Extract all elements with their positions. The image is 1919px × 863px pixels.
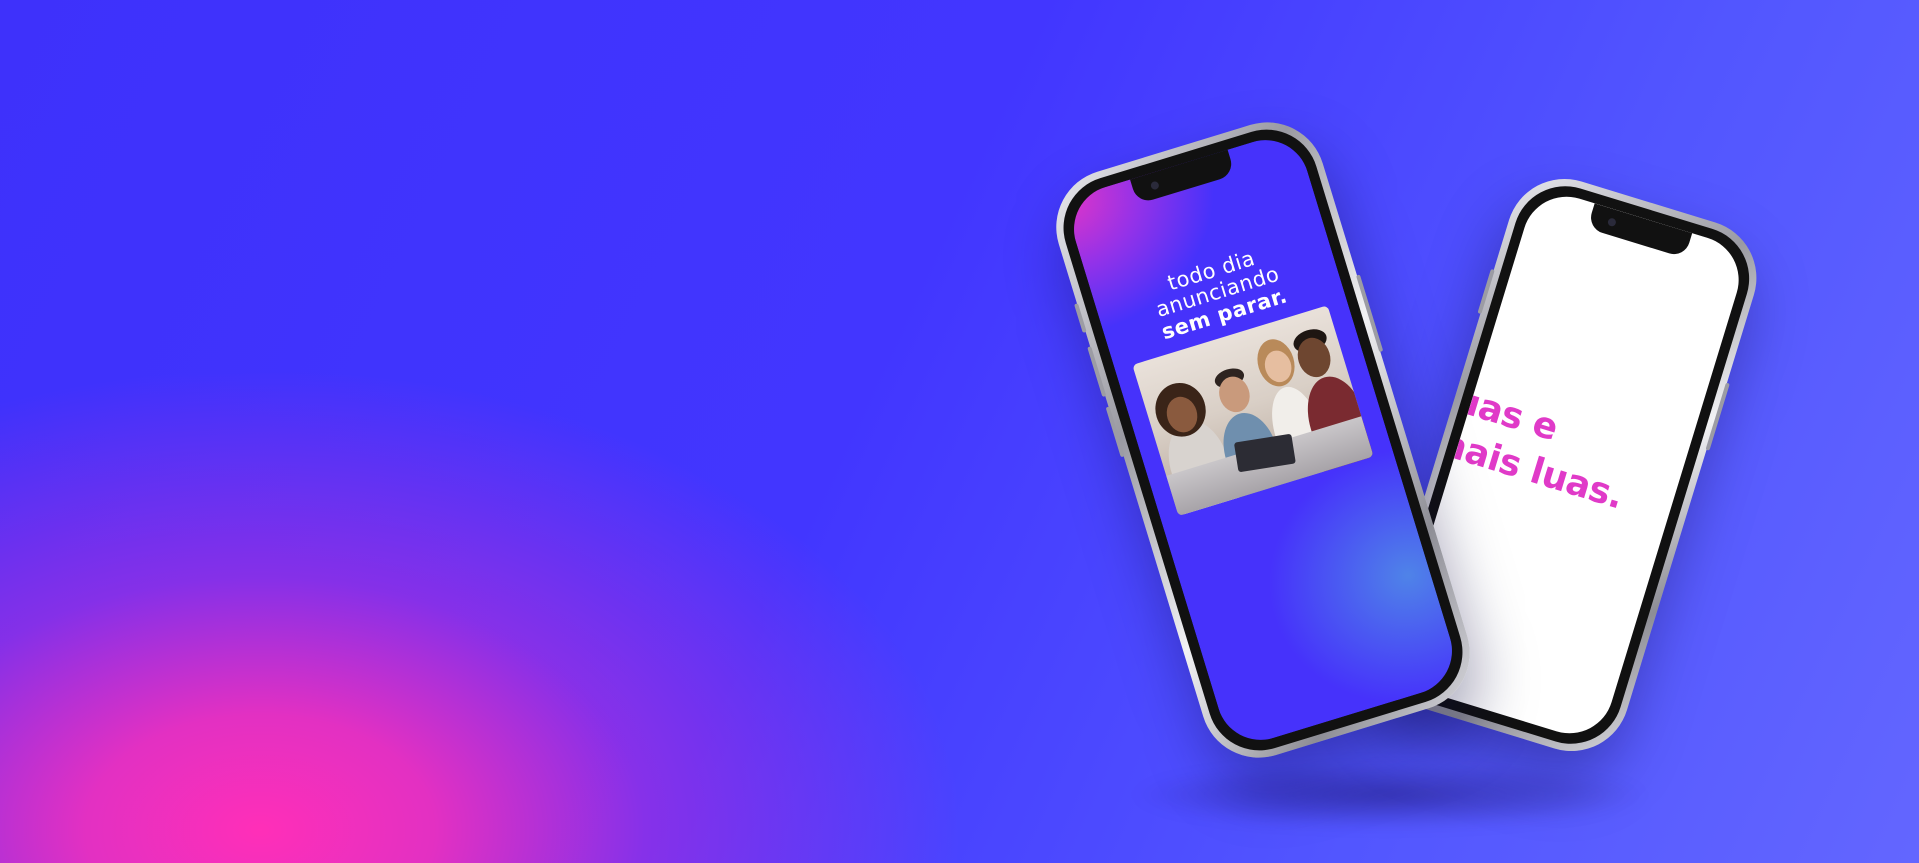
- front-phone-mockup: todo dia anunciando sem parar.: [1041, 107, 1485, 773]
- front-camera-icon: [1149, 180, 1160, 191]
- front-phone-screen: todo dia anunciando sem parar.: [1063, 129, 1463, 751]
- front-camera-icon: [1606, 217, 1617, 228]
- phones-shadow: [1130, 760, 1650, 830]
